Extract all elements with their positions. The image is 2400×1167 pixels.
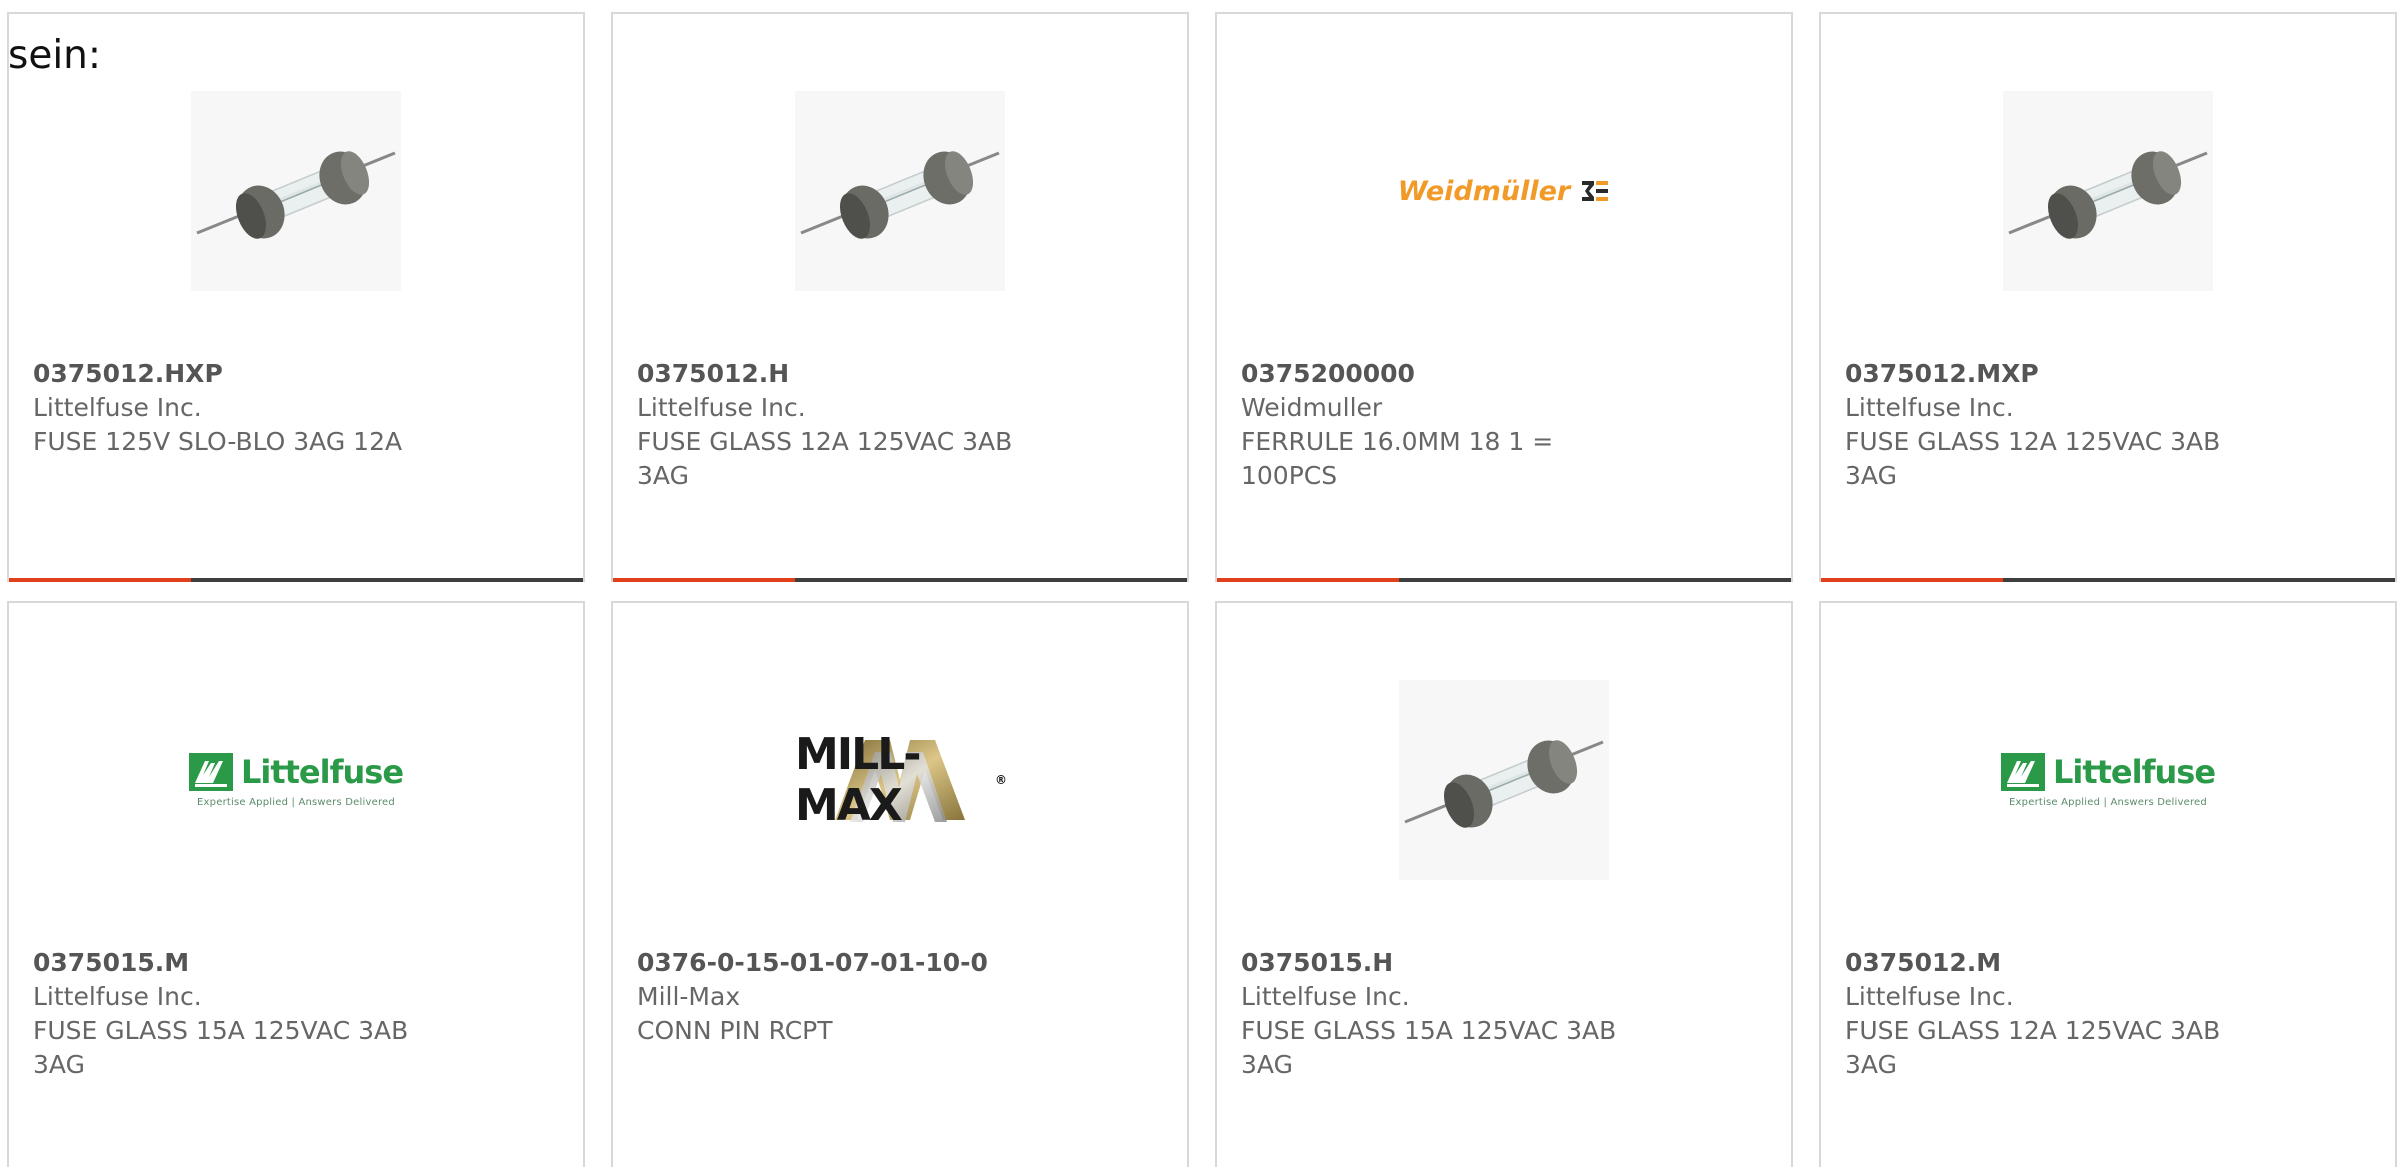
product-image — [1217, 675, 1791, 885]
part-number[interactable]: 0376-0-15-01-07-01-10-0 — [637, 946, 1037, 980]
product-image: Littelfuse Expertise Applied | Answers D… — [1821, 675, 2395, 885]
description-line: FUSE GLASS 12A 125VAC 3AB — [637, 427, 1013, 456]
product-card[interactable]: 0375015.H Littelfuse Inc. FUSE GLASS 15A… — [1215, 601, 1793, 1167]
description-line: 3AG — [1845, 461, 1897, 490]
product-card[interactable]: Littelfuse Expertise Applied | Answers D… — [7, 601, 585, 1167]
millmax-logo-text: MILL-MAX — [795, 729, 922, 831]
product-card[interactable]: 0375012.MXP Littelfuse Inc. FUSE GLASS 1… — [1819, 12, 2397, 582]
manufacturer: Littelfuse Inc. — [1845, 393, 2014, 422]
description-line: 3AG — [1845, 1050, 1897, 1079]
part-number[interactable]: 0375012.H — [637, 357, 1037, 391]
weidmuller-logo: Weidmüller — [1398, 176, 1610, 207]
description-line: 3AG — [1241, 1050, 1293, 1079]
product-image: MILL-MAX ® — [613, 675, 1187, 885]
description-line: 3AG — [33, 1050, 85, 1079]
product-card[interactable]: 0375012.HXP Littelfuse Inc. FUSE 125V SL… — [7, 12, 585, 582]
manufacturer: Littelfuse Inc. — [1241, 982, 1410, 1011]
product-info: 0375200000 Weidmuller FERRULE 16.0MM 18 … — [1241, 357, 1641, 493]
part-number[interactable]: 0375012.HXP — [33, 357, 433, 391]
product-image — [613, 86, 1187, 296]
product-card[interactable]: Littelfuse Expertise Applied | Answers D… — [1819, 601, 2397, 1167]
manufacturer: Weidmuller — [1241, 393, 1383, 422]
description-line: FUSE GLASS 12A 125VAC 3AB — [1845, 427, 2221, 456]
manufacturer: Littelfuse Inc. — [1845, 982, 2014, 1011]
product-info: 0376-0-15-01-07-01-10-0 Mill-Max CONN PI… — [637, 946, 1037, 1048]
littelfuse-logo: Littelfuse Expertise Applied | Answers D… — [2000, 752, 2216, 808]
product-card[interactable]: MILL-MAX ® 0376-0-15-01-07-01-10-0 Mill-M… — [611, 601, 1189, 1167]
product-info: 0375012.HXP Littelfuse Inc. FUSE 125V SL… — [33, 357, 433, 459]
product-image: Littelfuse Expertise Applied | Answers D… — [9, 675, 583, 885]
product-info: 0375012.H Littelfuse Inc. FUSE GLASS 12A… — [637, 357, 1037, 493]
manufacturer: Littelfuse Inc. — [33, 393, 202, 422]
weidmuller-mark-icon — [1582, 181, 1609, 201]
part-number[interactable]: 0375200000 — [1241, 357, 1641, 391]
fuse-icon — [1399, 680, 1609, 880]
card-footer-bar — [613, 578, 1187, 582]
millmax-logo: MILL-MAX ® — [795, 729, 1007, 831]
product-info: 0375015.H Littelfuse Inc. FUSE GLASS 15A… — [1241, 946, 1641, 1082]
description-line: FUSE GLASS 15A 125VAC 3AB — [33, 1016, 409, 1045]
littelfuse-logo-text: Littelfuse — [2052, 752, 2216, 791]
part-number[interactable]: 0375012.M — [1845, 946, 2245, 980]
littelfuse-tagline: Expertise Applied | Answers Delivered — [2009, 796, 2207, 808]
littelfuse-tagline: Expertise Applied | Answers Delivered — [197, 796, 395, 808]
description-line: FUSE GLASS 15A 125VAC 3AB — [1241, 1016, 1617, 1045]
manufacturer: Mill-Max — [637, 982, 741, 1011]
product-image: Weidmüller — [1217, 86, 1791, 296]
product-grid-page: sein: 0375012.HXP Littelfuse Inc. FUSE 1… — [0, 0, 2400, 1167]
littelfuse-logo-text: Littelfuse — [240, 752, 404, 791]
part-number[interactable]: 0375015.M — [33, 946, 433, 980]
part-number[interactable]: 0375015.H — [1241, 946, 1641, 980]
weidmuller-logo-text: Weidmüller — [1397, 175, 1571, 207]
product-info: 0375012.M Littelfuse Inc. FUSE GLASS 12A… — [1845, 946, 2245, 1082]
product-image — [9, 86, 583, 296]
littelfuse-logo: Littelfuse Expertise Applied | Answers D… — [188, 752, 404, 808]
littelfuse-mark-icon — [2000, 752, 2045, 791]
product-card[interactable]: 0375012.H Littelfuse Inc. FUSE GLASS 12A… — [611, 12, 1189, 582]
description-line: CONN PIN RCPT — [637, 1016, 833, 1045]
fuse-icon — [795, 91, 1005, 291]
littelfuse-mark-icon — [188, 752, 233, 791]
product-image — [1821, 86, 2395, 296]
fuse-icon — [2003, 91, 2213, 291]
card-footer-bar — [1217, 578, 1791, 582]
description-line: FERRULE 16.0MM 18 1 = 100PCS — [1241, 427, 1554, 490]
description-line: 3AG — [637, 461, 689, 490]
product-info: 0375012.MXP Littelfuse Inc. FUSE GLASS 1… — [1845, 357, 2245, 493]
part-number[interactable]: 0375012.MXP — [1845, 357, 2245, 391]
fuse-icon — [191, 91, 401, 291]
intro-text: sein: — [8, 33, 102, 78]
manufacturer: Littelfuse Inc. — [637, 393, 806, 422]
description-line: FUSE GLASS 12A 125VAC 3AB — [1845, 1016, 2221, 1045]
description-line: FUSE 125V SLO-BLO 3AG 12A — [33, 427, 403, 456]
card-footer-bar — [9, 578, 583, 582]
product-card[interactable]: Weidmüller 0375200000 Weidmuller FERRULE… — [1215, 12, 1793, 582]
manufacturer: Littelfuse Inc. — [33, 982, 202, 1011]
product-info: 0375015.M Littelfuse Inc. FUSE GLASS 15A… — [33, 946, 433, 1082]
card-footer-bar — [1821, 578, 2395, 582]
